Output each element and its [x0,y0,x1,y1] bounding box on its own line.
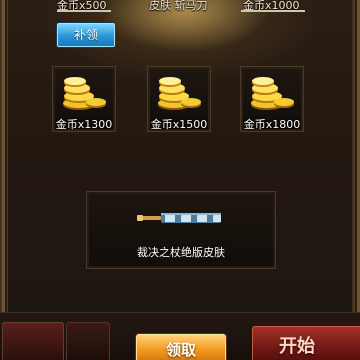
reward-card-label: 金币x1300 [55,118,113,131]
hero-slot-thumbnail[interactable] [2,322,64,360]
reward-label-skin: 皮肤 斩马刀 [149,0,208,12]
hero-slot-thumbnail[interactable] [66,322,110,360]
receive-button[interactable]: 领取 [136,334,226,360]
gold-coin-stack-icon [158,77,201,110]
reward-card-skin[interactable]: 裁决之杖绝版皮肤 [86,191,276,269]
reward-card-label: 金币x1500 [150,118,208,131]
reward-card-label: 裁决之杖绝版皮肤 [137,246,225,259]
reward-label-underline [57,10,111,12]
reward-card-gold-1300[interactable]: 金币x1300 [52,66,116,132]
resign-button[interactable]: 补领 [57,23,115,47]
reward-label-underline [241,10,305,12]
gold-coin-stack-icon [63,77,106,110]
reward-card-gold-1800[interactable]: 金币x1800 [240,66,304,132]
daily-signin-screen: 金币x500 皮肤 斩马刀 金币x1000 补领 金币x1300 金币x1500… [0,0,360,360]
reward-card-gold-1500[interactable]: 金币x1500 [147,66,211,132]
reward-panel-frame [2,0,360,318]
reward-card-label: 金币x1800 [243,118,301,131]
gold-coin-stack-icon [251,77,294,110]
staff-weapon-icon [137,213,221,223]
start-game-button[interactable]: 开始 [252,326,360,360]
